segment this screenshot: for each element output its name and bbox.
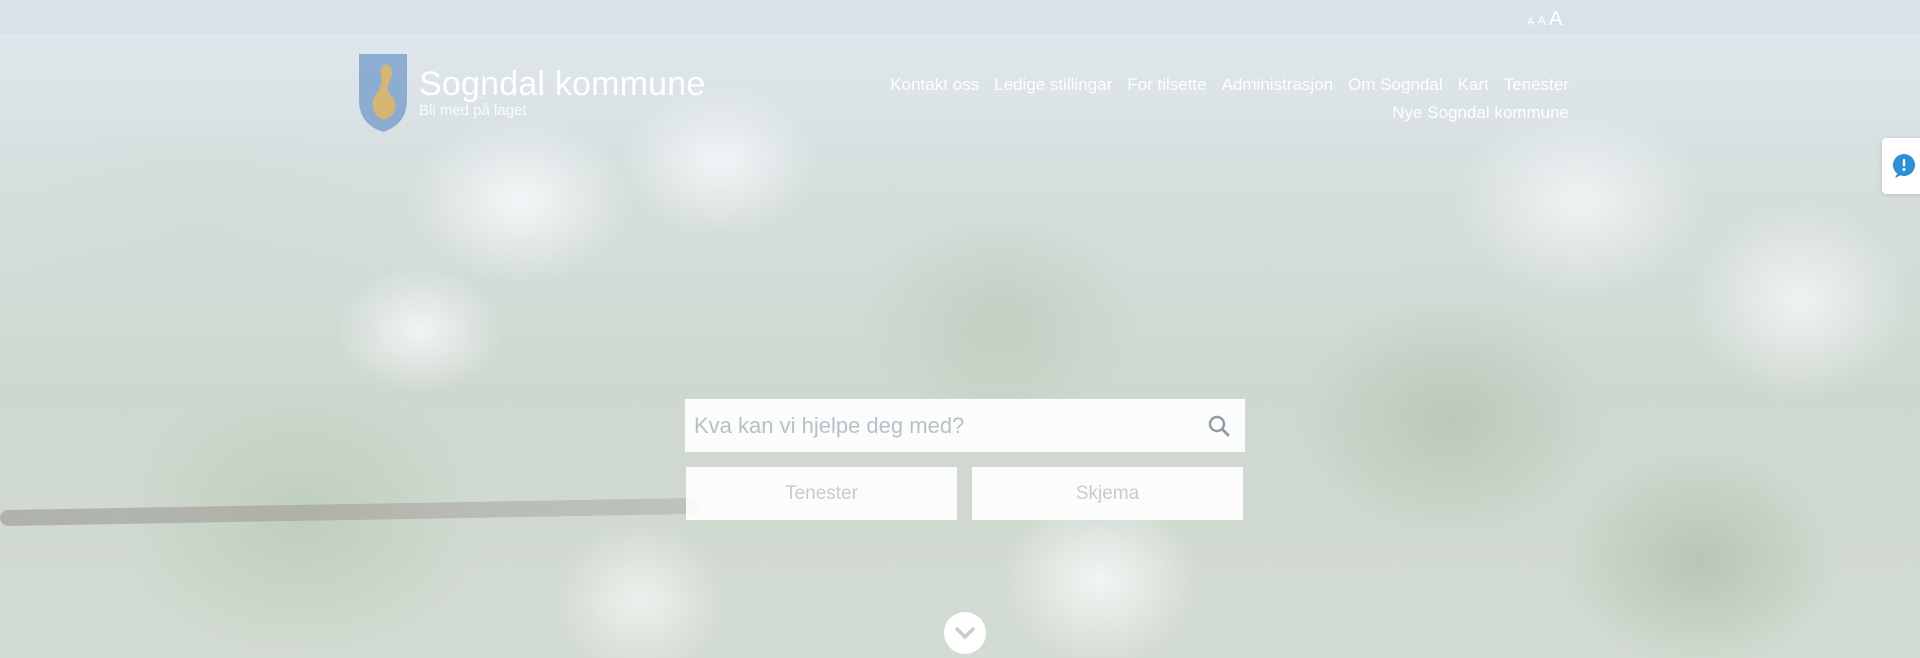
nav-nye-sogndal-kommune[interactable]: Nye Sogndal kommune: [1392, 102, 1569, 124]
font-size-small-button[interactable]: A: [1527, 16, 1534, 28]
nav-ledige-stillingar[interactable]: Ledige stillingar: [994, 74, 1112, 96]
search-box: [685, 399, 1245, 452]
logo-name: Sogndal kommune: [419, 65, 706, 103]
search-icon: [1208, 415, 1230, 436]
utility-bar: A A A: [0, 0, 1920, 34]
tenester-button[interactable]: Tenester: [686, 467, 957, 520]
nav-kontakt-oss[interactable]: Kontakt oss: [890, 74, 979, 96]
nav-for-tilsette[interactable]: For tilsette: [1127, 74, 1206, 96]
nav-tenester[interactable]: Tenester: [1504, 74, 1569, 96]
help-chat-icon: [1893, 154, 1915, 178]
logo-text: Sogndal kommune Bli med på laget: [419, 52, 706, 120]
font-size-medium-button[interactable]: A: [1537, 13, 1546, 28]
site-logo[interactable]: Sogndal kommune Bli med på laget: [357, 52, 706, 134]
scroll-down-button[interactable]: [944, 612, 986, 654]
chevron-down-icon: [955, 627, 975, 639]
municipal-crest-icon: [359, 54, 407, 132]
font-size-controls: A A A: [1527, 8, 1562, 31]
main-nav: Kontakt oss Ledige stillingar For tilset…: [769, 74, 1569, 124]
nav-kart[interactable]: Kart: [1458, 74, 1489, 96]
search-button[interactable]: [1194, 400, 1244, 451]
logo-tagline: Bli med på laget: [419, 102, 527, 119]
skjema-button[interactable]: Skjema: [972, 467, 1243, 520]
nav-administrasjon[interactable]: Administrasjon: [1222, 74, 1334, 96]
help-chat-tab[interactable]: [1882, 138, 1920, 194]
nav-om-sogndal[interactable]: Om Sogndal: [1348, 74, 1443, 96]
search-input[interactable]: [694, 400, 1194, 451]
font-size-large-button[interactable]: A: [1549, 8, 1562, 31]
